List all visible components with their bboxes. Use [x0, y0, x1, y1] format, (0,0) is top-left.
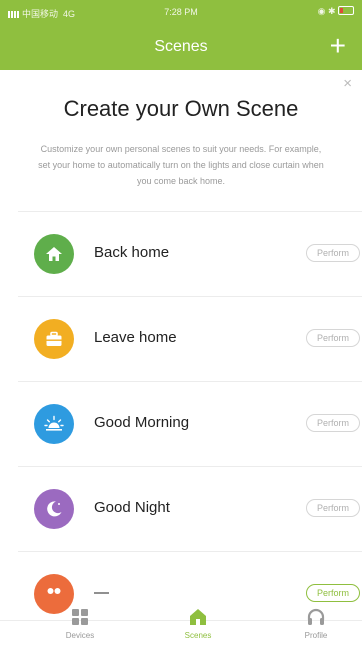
status-time: 7:28 PM	[164, 7, 198, 17]
intro-description: Customize your own personal scenes to su…	[38, 144, 324, 186]
tab-label: Profile	[304, 631, 328, 640]
scene-name: Good Morning	[94, 414, 190, 431]
close-icon[interactable]: ×	[343, 76, 352, 91]
tab-profile[interactable]: Profile	[276, 608, 356, 669]
headset-icon	[307, 608, 325, 625]
tab-devices[interactable]: Devices	[40, 609, 120, 669]
intro-heading: Create your Own Scene	[63, 96, 299, 121]
location-icon: ◉	[317, 6, 326, 16]
perform-button[interactable]: Perform	[306, 499, 360, 517]
tab-scenes[interactable]: Scenes	[158, 609, 238, 669]
scene-row-back-home[interactable]: Back home Perform	[0, 212, 362, 296]
status-bar: 中国移动 4G 7:28 PM ◉ ✱	[0, 0, 362, 24]
perform-button[interactable]: Perform	[306, 244, 360, 262]
scene-icon	[34, 574, 74, 614]
battery-icon	[338, 6, 354, 15]
perform-button[interactable]: Perform	[306, 329, 360, 347]
scene-row-good-night[interactable]: Good Night Perform	[0, 467, 362, 551]
grid-icon	[72, 609, 88, 625]
scene-name: Good Night	[94, 499, 170, 516]
tab-bar: Devices Scenes Profile	[0, 608, 362, 645]
page-title: Scenes	[154, 38, 208, 55]
scene-name: Leave home	[94, 329, 177, 346]
tab-label: Devices	[65, 631, 95, 640]
scene-name: Back home	[94, 244, 170, 261]
scene-row-good-morning[interactable]: Good Morning Perform	[0, 382, 362, 466]
scene-name: —	[94, 584, 109, 601]
moon-icon	[34, 489, 74, 529]
sunrise-icon	[34, 404, 74, 444]
bluetooth-icon: ✱	[327, 6, 336, 16]
scene-row-leave-home[interactable]: Leave home Perform	[0, 297, 362, 381]
tab-label: Scenes	[184, 631, 212, 640]
add-scene-button[interactable]: +	[330, 32, 346, 60]
status-right: ◉ ✱	[318, 6, 354, 17]
perform-button[interactable]: Perform	[306, 584, 360, 602]
house-icon	[190, 609, 206, 625]
briefcase-icon	[34, 319, 74, 359]
nav-bar: Scenes +	[0, 24, 362, 70]
perform-button[interactable]: Perform	[306, 414, 360, 432]
house-icon	[34, 234, 74, 274]
